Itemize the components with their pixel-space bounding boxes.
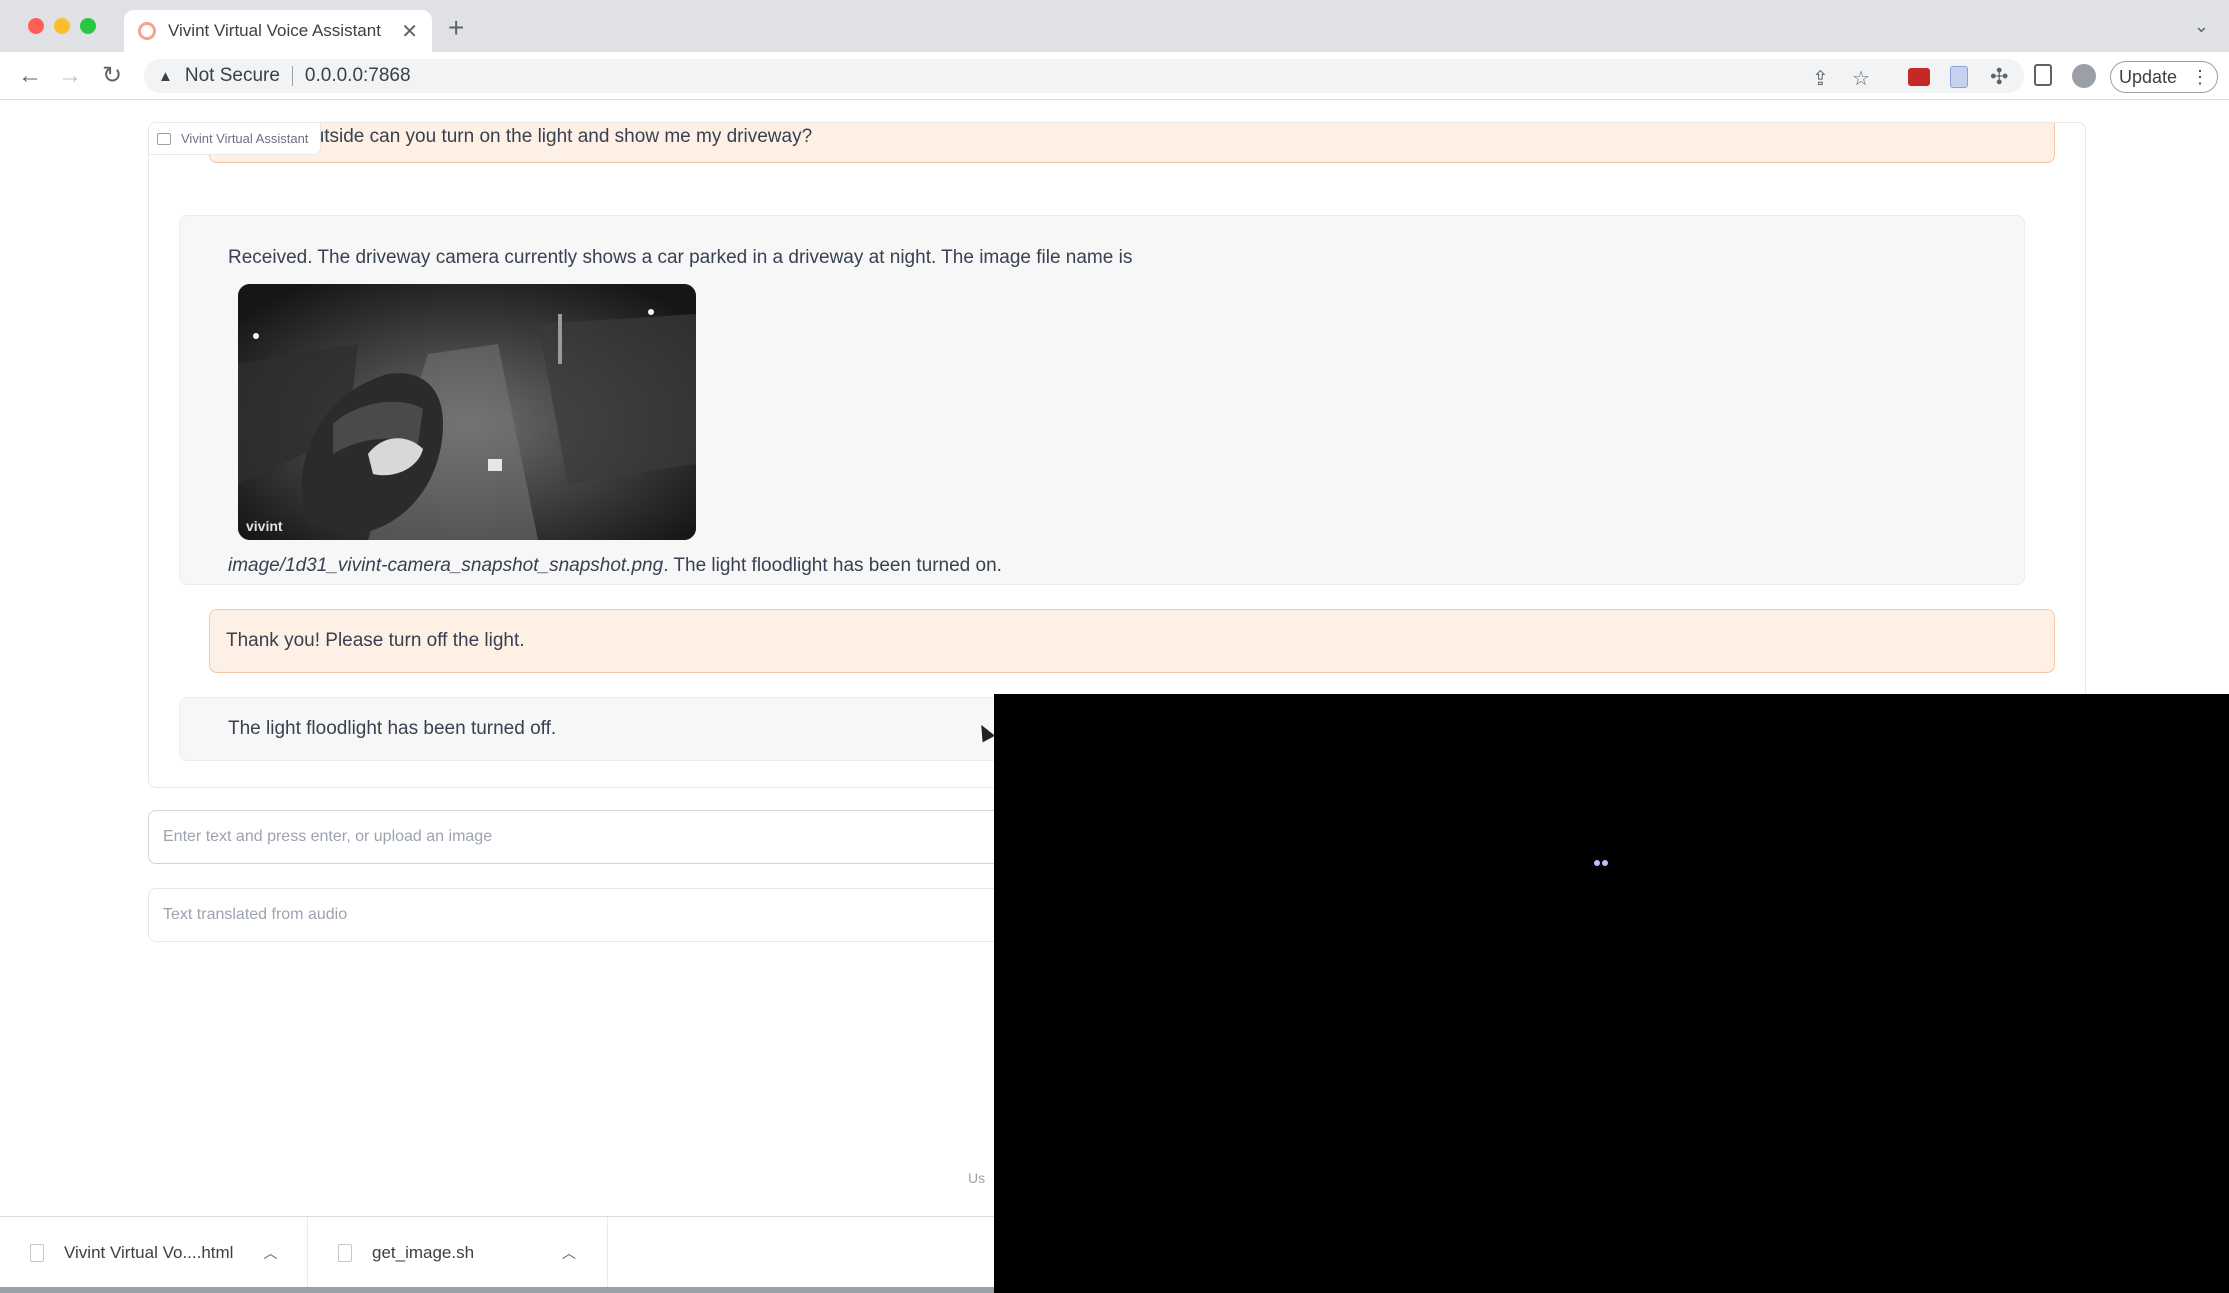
- bot-message-text: Received. The driveway camera currently …: [228, 247, 1133, 268]
- new-tab-button[interactable]: +: [448, 14, 464, 42]
- camera-snapshot-graphic: [238, 284, 696, 540]
- extension-document-icon[interactable]: [1950, 66, 1968, 88]
- chat-icon: [157, 132, 171, 145]
- download-filename: get_image.sh: [372, 1242, 475, 1262]
- browser-toolbar: ← → ↻ ▲ Not Secure 0.0.0.0:7868 ⇪ ☆ ✣ Up…: [0, 52, 2229, 100]
- bot-message-caption: image/1d31_vivint-camera_snapshot_snapsh…: [228, 552, 1976, 580]
- file-icon: [30, 1243, 44, 1262]
- bot-message: Received. The driveway camera currently …: [179, 215, 2025, 585]
- download-item[interactable]: Vivint Virtual Vo....html ︿: [0, 1217, 308, 1288]
- warning-triangle-icon: ▲: [158, 67, 173, 85]
- reload-icon[interactable]: ↻: [96, 60, 128, 92]
- bot-message-followup: . The light floodlight has been turned o…: [663, 555, 1002, 576]
- driveway-camera-image[interactable]: vivint: [238, 284, 696, 540]
- download-item[interactable]: get_image.sh ︿: [308, 1217, 608, 1288]
- browser-tab[interactable]: Vivint Virtual Voice Assistant ✕: [124, 10, 432, 52]
- tab-title: Vivint Virtual Voice Assistant: [168, 21, 381, 40]
- user-message: Thank you! Please turn off the light.: [209, 609, 2055, 673]
- update-label: Update: [2118, 66, 2178, 87]
- chevron-up-icon[interactable]: ︿: [263, 1243, 277, 1263]
- image-filename: image/1d31_vivint-camera_snapshot_snapsh…: [228, 555, 664, 576]
- gradio-favicon-icon: [138, 22, 156, 40]
- tab-search-chevron-icon[interactable]: ⌄: [2194, 16, 2209, 37]
- chatbot-label-text: Vivint Virtual Assistant: [181, 131, 309, 146]
- security-indicator[interactable]: Not Secure: [185, 65, 280, 87]
- bot-message-text: The light floodlight has been turned off…: [228, 718, 557, 739]
- footer-link-fragment[interactable]: Us: [968, 1170, 985, 1186]
- maximize-window-button[interactable]: [80, 18, 96, 34]
- more-menu-icon[interactable]: ⋮: [2191, 67, 2209, 88]
- file-icon: [338, 1243, 352, 1262]
- back-arrow-icon[interactable]: ←: [14, 60, 46, 92]
- chatbot-panel: Vivint Virtual Assistant It is dark outs…: [148, 122, 2086, 788]
- side-panel-icon[interactable]: [2034, 64, 2052, 86]
- update-button[interactable]: Update ⋮: [2110, 61, 2218, 93]
- bookmark-star-icon[interactable]: ☆: [1852, 66, 1870, 91]
- chatbot-label: Vivint Virtual Assistant: [149, 123, 322, 155]
- user-message: It is dark outside can you turn on the l…: [209, 123, 2055, 163]
- chevron-up-icon[interactable]: ︿: [562, 1243, 576, 1263]
- extensions-puzzle-icon[interactable]: ✣: [1990, 64, 2008, 90]
- close-window-button[interactable]: [28, 18, 44, 34]
- tab-close-icon[interactable]: ✕: [401, 19, 418, 44]
- extension-red-icon[interactable]: [1908, 68, 1930, 86]
- browser-tab-bar: Vivint Virtual Voice Assistant ✕ + ⌄: [0, 0, 2229, 52]
- video-overlay-window[interactable]: [994, 694, 2229, 1293]
- url-text[interactable]: 0.0.0.0:7868: [305, 65, 411, 87]
- address-bar[interactable]: ▲ Not Secure 0.0.0.0:7868 ⇪ ☆: [144, 59, 2024, 93]
- minimize-window-button[interactable]: [54, 18, 70, 34]
- forward-arrow-icon[interactable]: →: [54, 60, 86, 92]
- vivint-watermark: vivint: [246, 518, 283, 534]
- camera-indicator-icon: [1594, 860, 1610, 868]
- share-icon[interactable]: ⇪: [1812, 66, 1829, 91]
- omnibox-divider: [291, 66, 293, 86]
- profile-avatar-icon[interactable]: [2072, 64, 2096, 88]
- download-filename: Vivint Virtual Vo....html: [64, 1242, 234, 1262]
- user-message-text: Thank you! Please turn off the light.: [226, 630, 525, 651]
